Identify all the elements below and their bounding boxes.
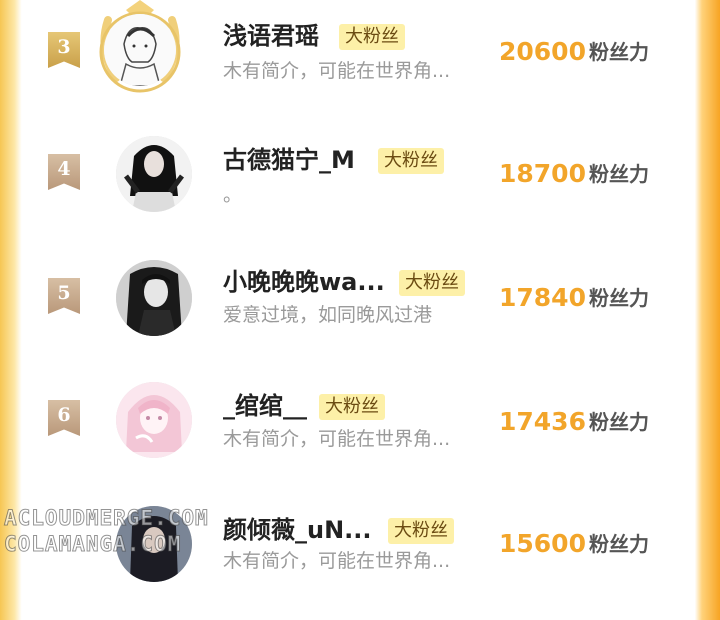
user-name[interactable]: 浅语君瑶 — [223, 20, 319, 52]
user-name[interactable]: _绾绾__ — [223, 390, 307, 422]
fan-power-score: 20600 — [499, 37, 586, 66]
ranking-row[interactable]: 3 浅语君瑶 大粉丝 木有简介，可能在世界角... 20600 粉丝力 — [0, 0, 720, 124]
rank-ribbon: 6 — [48, 400, 80, 436]
fan-level-badge: 大粉丝 — [399, 270, 465, 296]
fan-power-label: 粉丝力 — [589, 162, 649, 186]
rank-ribbon: 5 — [48, 278, 80, 314]
fan-power-score: 18700 — [499, 159, 586, 188]
rank-ribbon: 4 — [48, 154, 80, 190]
user-avatar[interactable] — [116, 136, 192, 212]
user-bio: 。 — [223, 184, 243, 206]
ranking-row[interactable]: 6 _绾绾__ 大粉丝 木有简介，可能在世界角... 17436 粉丝力 — [0, 372, 720, 496]
fan-level-badge: 大粉丝 — [388, 518, 454, 544]
rank-ribbon: 3 — [48, 32, 80, 68]
user-bio: 木有简介，可能在世界角... — [223, 550, 451, 572]
fan-power-score: 17840 — [499, 283, 586, 312]
ranking-row[interactable]: 4 古德猫宁_M 大粉丝 。 18700 粉丝力 — [0, 124, 720, 248]
fan-power-score: 15600 — [499, 529, 586, 558]
fan-power-score: 17436 — [499, 407, 586, 436]
user-name[interactable]: 古德猫宁_M — [223, 144, 355, 176]
ranking-row[interactable]: 5 小晚晚晚wa... 大粉丝 爱意过境，如同晚风过港 17840 粉丝力 — [0, 248, 720, 372]
user-avatar[interactable] — [116, 382, 192, 458]
watermark-line-2: COLAMANGA.COM — [3, 532, 182, 557]
fan-ranking-list: 3 浅语君瑶 大粉丝 木有简介，可能在世界角... 20600 粉丝力 4 古德… — [0, 0, 720, 582]
user-name[interactable]: 颜倾薇_uN... — [223, 514, 372, 546]
user-bio: 木有简介，可能在世界角... — [223, 60, 451, 82]
user-name[interactable]: 小晚晚晚wa... — [223, 266, 385, 298]
fan-power-label: 粉丝力 — [589, 532, 649, 556]
fan-level-badge: 大粉丝 — [339, 24, 405, 50]
user-avatar[interactable] — [116, 260, 192, 336]
fan-level-badge: 大粉丝 — [378, 148, 444, 174]
user-avatar[interactable] — [104, 14, 176, 86]
fan-power-label: 粉丝力 — [589, 40, 649, 64]
user-bio: 木有简介，可能在世界角... — [223, 428, 451, 450]
fan-power-label: 粉丝力 — [589, 410, 649, 434]
fan-level-badge: 大粉丝 — [319, 394, 385, 420]
watermark-line-1: ACLOUDMERGE.COM — [4, 506, 209, 531]
user-bio: 爱意过境，如同晚风过港 — [223, 304, 433, 326]
fan-power-label: 粉丝力 — [589, 286, 649, 310]
